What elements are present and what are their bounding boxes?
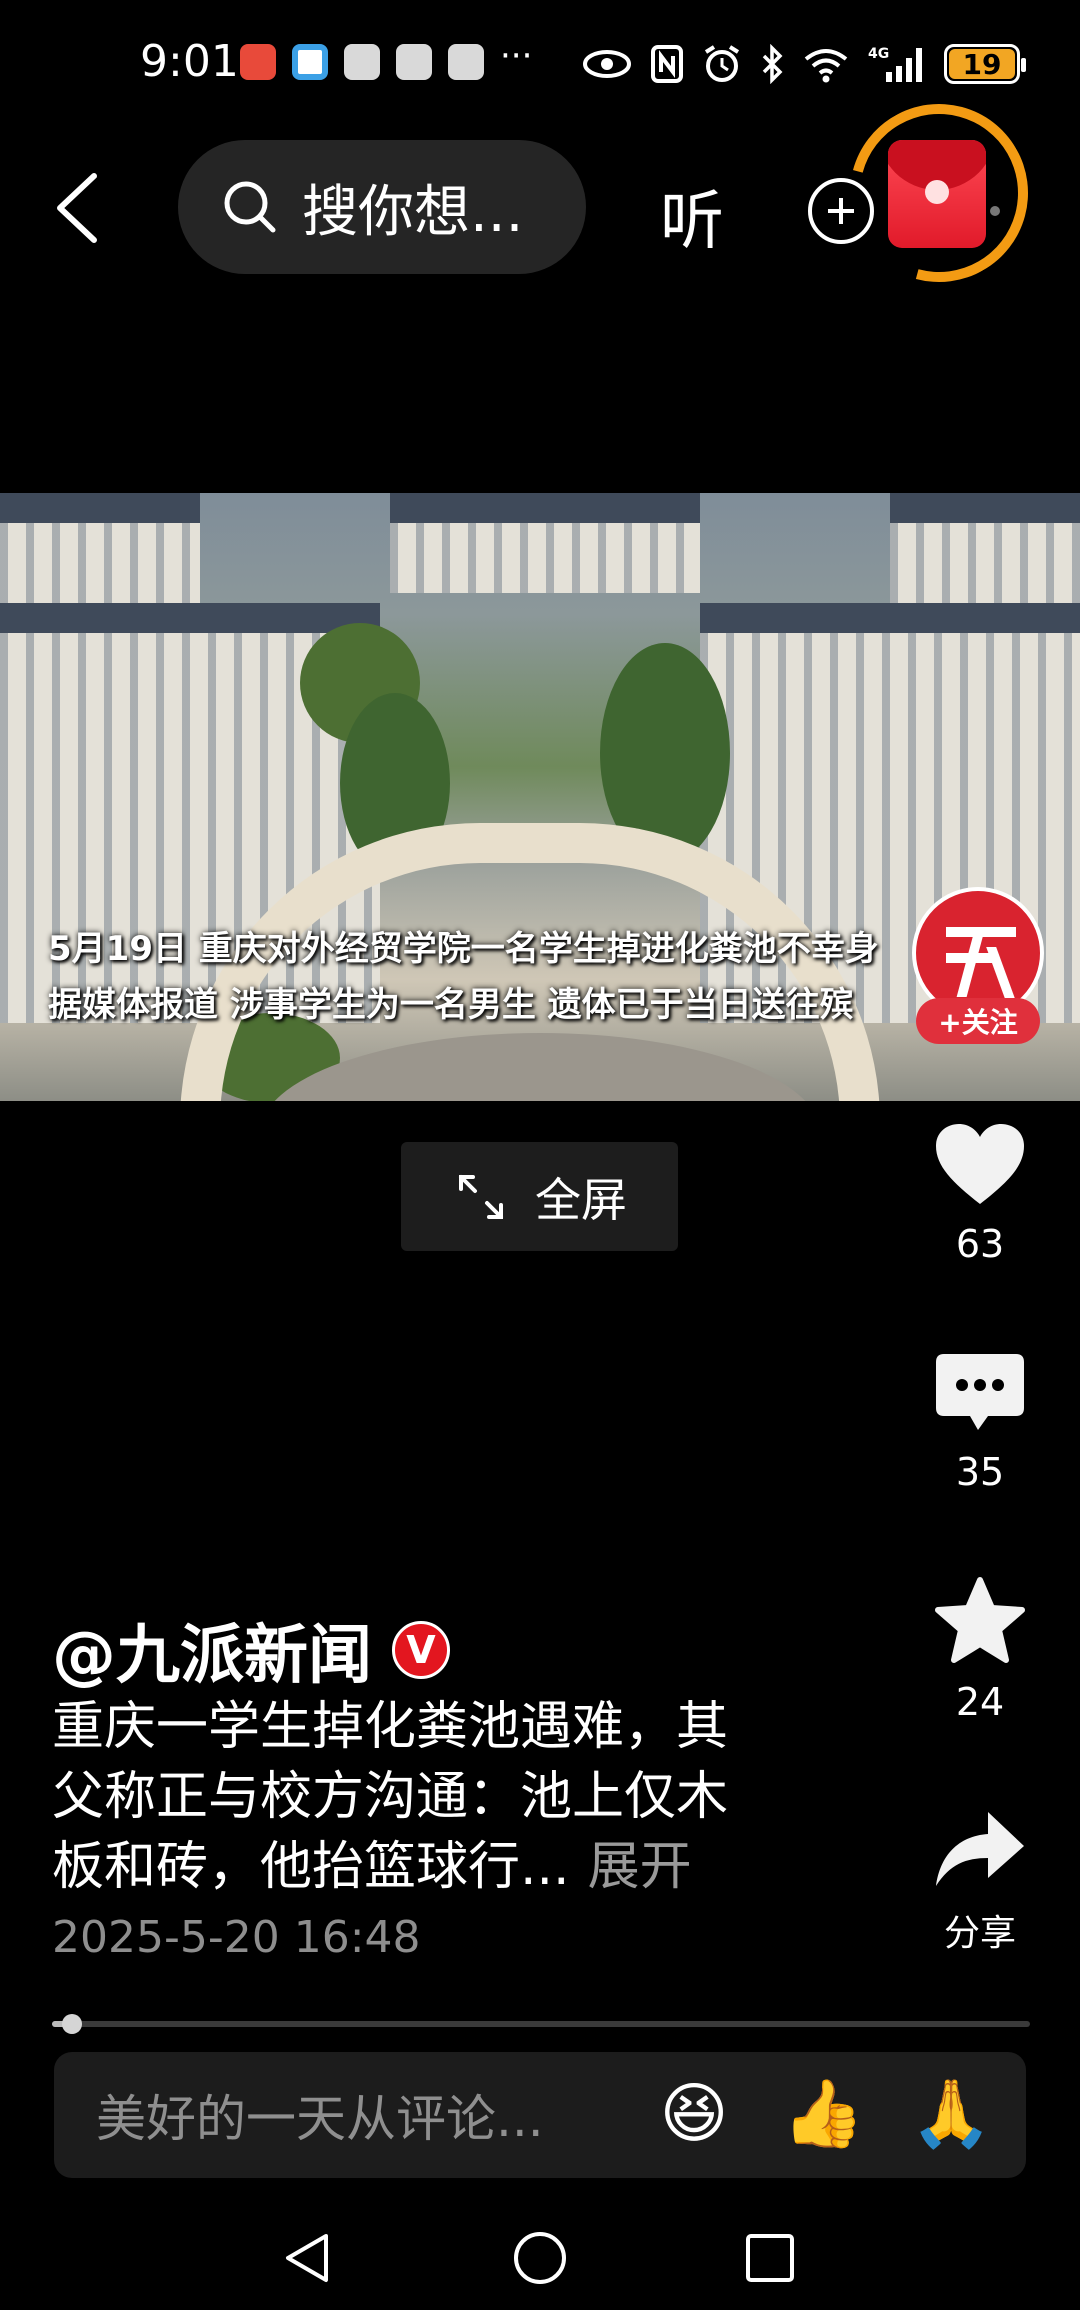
status-time: 9:01: [140, 36, 239, 87]
star-icon: [935, 1577, 1025, 1663]
comment-icon: [936, 1354, 1024, 1430]
notification-app-icon: [448, 44, 484, 80]
status-bar: 9:01 ··· 4G 19: [0, 0, 1080, 120]
thumbs-up-emoji-button[interactable]: 👍: [782, 2074, 864, 2154]
video-progress-bar[interactable]: [52, 2014, 1030, 2034]
nfc-icon: [651, 45, 683, 83]
heart-icon: [936, 1124, 1024, 1204]
notification-app-icon: [396, 44, 432, 80]
notification-app-icon: [292, 44, 328, 80]
post-datetime: 2025-5-20 16:48: [52, 1912, 421, 1963]
comment-button[interactable]: 35: [920, 1350, 1040, 1494]
share-arrow-icon: [936, 1812, 1024, 1886]
video-scene-building: [390, 493, 700, 593]
battery-level: 19: [962, 47, 1002, 81]
post-title-line: 板和砖，他抬篮球行... 展开: [52, 1832, 852, 1902]
follow-button[interactable]: +关注: [916, 998, 1040, 1044]
post-title: 重庆一学生掉化粪池遇难，其 父称正与校方沟通：池上仅木 板和砖，他抬篮球行...…: [52, 1692, 852, 1902]
4g-signal-icon: 4G: [868, 46, 922, 82]
nav-back-icon[interactable]: [282, 2230, 332, 2286]
expand-link[interactable]: 展开: [588, 1837, 692, 1897]
fullscreen-button[interactable]: 全屏: [401, 1142, 678, 1251]
expand-icon: [459, 1174, 503, 1219]
favorite-count: 24: [955, 1680, 1005, 1724]
search-placeholder: 搜你想...: [302, 179, 524, 245]
like-count: 63: [955, 1222, 1005, 1266]
system-nav-bar: [0, 2210, 1080, 2310]
video-caption-line-2: 据媒体报道 涉事学生为一名男生 遗体已于当日送往殡: [48, 985, 854, 1025]
comment-input[interactable]: 美好的一天从评论... 😆 👍 🙏: [54, 2052, 1026, 2178]
menu-dot: [990, 206, 1000, 216]
share-button[interactable]: 分享: [920, 1808, 1040, 1956]
favorite-button[interactable]: 24: [920, 1576, 1040, 1724]
back-icon[interactable]: [50, 170, 106, 246]
notification-app-icon: [240, 44, 276, 80]
fullscreen-label: 全屏: [535, 1172, 627, 1227]
notification-app-icon: [344, 44, 380, 80]
alarm-icon: [704, 45, 740, 82]
listen-button[interactable]: 听: [660, 170, 724, 262]
search-icon: [224, 181, 276, 233]
verified-badge: V: [392, 1621, 450, 1679]
like-button[interactable]: 63: [920, 1120, 1040, 1266]
video-caption-line-1: 5月19日 重庆对外经贸学院一名学生掉进化粪池不幸身: [48, 929, 879, 969]
battery-icon: 19: [944, 44, 1026, 84]
more-notifications-indicator: ···: [500, 36, 533, 76]
pray-emoji-button[interactable]: 🙏: [910, 2074, 992, 2154]
red-packet-icon[interactable]: [888, 140, 986, 248]
nav-recents-icon[interactable]: [744, 2230, 796, 2286]
post-title-line-3: 板和砖，他抬篮球行...: [52, 1837, 570, 1897]
eye-icon: [583, 50, 631, 78]
post-title-line: 父称正与校方沟通：池上仅木: [52, 1767, 729, 1827]
nav-home-icon[interactable]: [512, 2230, 568, 2286]
search-input[interactable]: 搜你想...: [178, 140, 586, 274]
share-label: 分享: [943, 1913, 1016, 1954]
progress-handle[interactable]: [61, 2014, 82, 2034]
comment-placeholder: 美好的一天从评论...: [96, 2090, 544, 2148]
wifi-icon: [804, 49, 848, 83]
status-icons: 4G 19: [582, 42, 1026, 86]
author-name[interactable]: @九派新闻 V: [52, 1604, 450, 1696]
comment-count: 35: [955, 1450, 1005, 1494]
bluetooth-icon: [762, 44, 783, 84]
laugh-emoji-button[interactable]: 😆: [654, 2074, 734, 2154]
svg-text:4G: 4G: [868, 46, 889, 62]
author-handle: @九派新闻: [52, 1619, 372, 1693]
post-title-line: 重庆一学生掉化粪池遇难，其: [52, 1697, 729, 1757]
